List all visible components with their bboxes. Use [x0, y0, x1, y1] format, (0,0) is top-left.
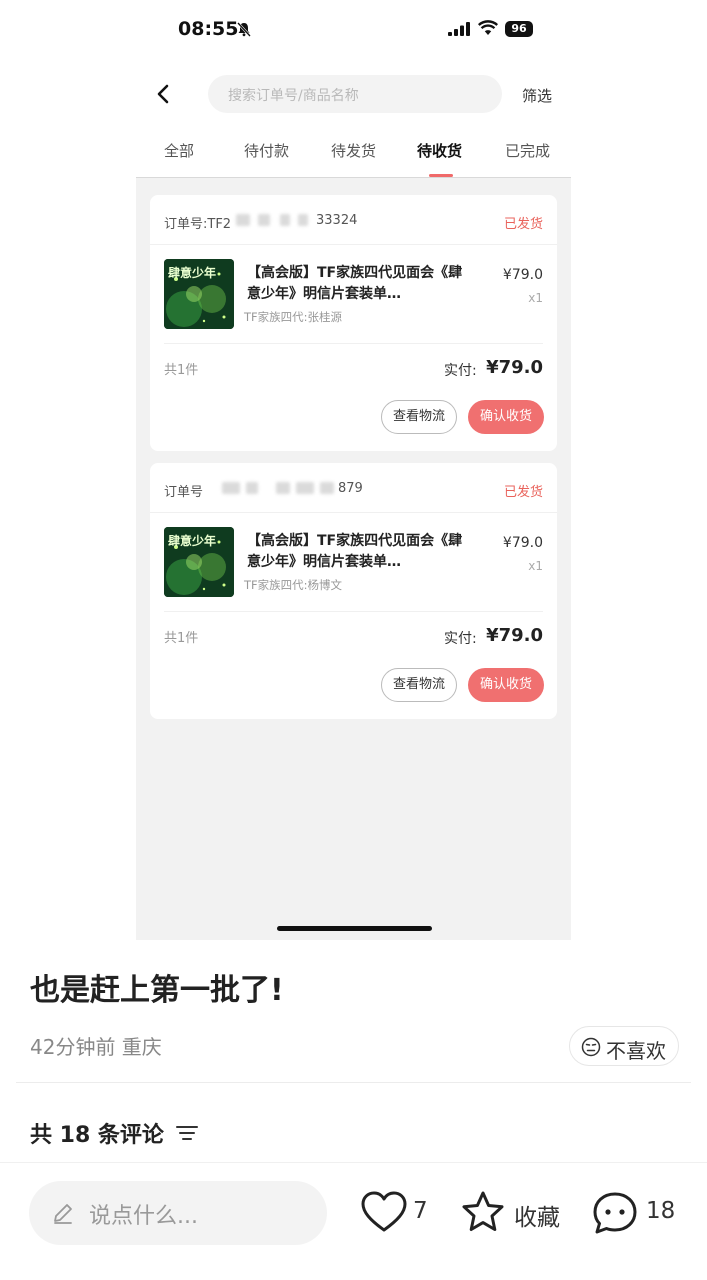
- item-count: 共1件: [164, 363, 199, 378]
- comments-header: 共 18 条评论: [30, 1123, 164, 1148]
- redacted-mark: [258, 214, 270, 226]
- status-time: 08:55: [178, 18, 239, 40]
- divider: [0, 1162, 707, 1163]
- confirm-receipt-button[interactable]: 确认收货: [468, 668, 544, 702]
- tab-all[interactable]: 全部: [164, 140, 194, 161]
- paid-label: 实付:: [444, 363, 477, 379]
- paid-amount: ¥79.0: [486, 357, 543, 378]
- redacted-mark: [280, 214, 290, 226]
- home-indicator: [277, 926, 432, 931]
- redacted-mark: [298, 214, 308, 226]
- redacted-mark: [246, 482, 258, 494]
- comment-bubble-icon[interactable]: [591, 1190, 639, 1238]
- paid-amount: ¥79.0: [486, 625, 543, 646]
- divider: [150, 244, 557, 245]
- order-number: 订单号: [164, 485, 204, 500]
- post-text: 也是赶上第一批了!: [30, 973, 284, 1008]
- order-search-input[interactable]: 搜索订单号/商品名称: [208, 75, 502, 113]
- product-quantity: x1: [528, 559, 543, 573]
- back-arrow-icon[interactable]: [154, 84, 172, 104]
- redacted-mark: [236, 214, 250, 226]
- post-meta: 42分钟前 重庆: [30, 1035, 162, 1059]
- product-image: 肆意少年: [164, 527, 234, 597]
- heart-icon[interactable]: [360, 1190, 408, 1234]
- product-image: 肆意少年: [164, 259, 234, 329]
- filter-button[interactable]: 筛选: [522, 85, 552, 106]
- product-thumbnail[interactable]: 肆意少年: [164, 259, 234, 329]
- tab-completed[interactable]: 已完成: [505, 140, 550, 161]
- redacted-mark: [222, 482, 240, 494]
- dislike-label: 不喜欢: [606, 1039, 666, 1063]
- sort-icon[interactable]: [176, 1124, 198, 1142]
- dislike-face-icon: [581, 1037, 601, 1057]
- product-variant: TF家族四代:张桂源: [244, 310, 343, 324]
- dislike-button[interactable]: 不喜欢: [569, 1026, 679, 1066]
- divider: [16, 1082, 691, 1083]
- pencil-icon: [54, 1204, 72, 1224]
- order-screenshot[interactable]: 搜索订单号/商品名称 筛选 全部 待付款 待发货 待收货 已完成 订单号:TF2…: [136, 60, 571, 940]
- view-logistics-button[interactable]: 查看物流: [381, 400, 457, 434]
- svg-text:肆意少年: 肆意少年: [168, 265, 216, 280]
- redacted-mark: [276, 482, 290, 494]
- product-variant: TF家族四代:杨博文: [244, 578, 343, 592]
- comment-count[interactable]: 18: [646, 1198, 675, 1224]
- divider: [150, 512, 557, 513]
- divider: [164, 343, 543, 344]
- order-status: 已发货: [503, 217, 543, 232]
- item-count: 共1件: [164, 631, 199, 646]
- redacted-mark: [296, 482, 314, 494]
- order-header: 搜索订单号/商品名称 筛选 全部 待付款 待发货 待收货 已完成: [136, 60, 571, 178]
- product-title[interactable]: 【高会版】TF家族四代见面会《肆意少年》明信片套装单…: [247, 531, 467, 573]
- order-card[interactable]: 订单号 879 已发货 肆意少年 【高会版】TF家族四代见面会《肆意少年》明信片…: [150, 463, 557, 719]
- bell-muted-icon: [237, 22, 251, 37]
- order-card[interactable]: 订单号:TF2 33324 已发货 肆意少年 【高会版】TF家族四代见面会《肆意…: [150, 195, 557, 451]
- view-logistics-button[interactable]: 查看物流: [381, 668, 457, 702]
- paid-label: 实付:: [444, 631, 477, 647]
- tab-pending-receipt[interactable]: 待收货: [417, 140, 462, 161]
- comment-placeholder: 说点什么...: [89, 1204, 198, 1229]
- order-number-suffix: 879: [338, 481, 363, 496]
- product-quantity: x1: [528, 291, 543, 305]
- wifi-icon: [478, 20, 498, 35]
- product-thumbnail[interactable]: 肆意少年: [164, 527, 234, 597]
- order-number-suffix: 33324: [316, 213, 358, 228]
- tab-pending-shipment[interactable]: 待发货: [331, 140, 376, 161]
- comment-input[interactable]: 说点什么...: [29, 1181, 327, 1245]
- product-price: ¥79.0: [502, 535, 543, 551]
- svg-text:肆意少年: 肆意少年: [168, 533, 216, 548]
- battery-indicator: 96: [505, 21, 533, 37]
- star-icon[interactable]: [459, 1190, 507, 1234]
- tab-pending-payment[interactable]: 待付款: [244, 140, 289, 161]
- status-bar: 08:55 96: [0, 0, 707, 60]
- cellular-signal-icon: [448, 22, 470, 36]
- order-status: 已发货: [503, 485, 543, 500]
- search-placeholder: 搜索订单号/商品名称: [228, 88, 359, 104]
- divider: [164, 611, 543, 612]
- product-price: ¥79.0: [502, 267, 543, 283]
- order-tabs: 全部 待付款 待发货 待收货 已完成: [136, 140, 571, 176]
- active-tab-indicator: [429, 174, 453, 177]
- favorite-label[interactable]: 收藏: [514, 1198, 560, 1232]
- confirm-receipt-button[interactable]: 确认收货: [468, 400, 544, 434]
- like-count[interactable]: 7: [413, 1198, 428, 1224]
- product-title[interactable]: 【高会版】TF家族四代见面会《肆意少年》明信片套装单…: [247, 263, 467, 305]
- redacted-mark: [320, 482, 334, 494]
- order-number: 订单号:TF2: [164, 217, 232, 232]
